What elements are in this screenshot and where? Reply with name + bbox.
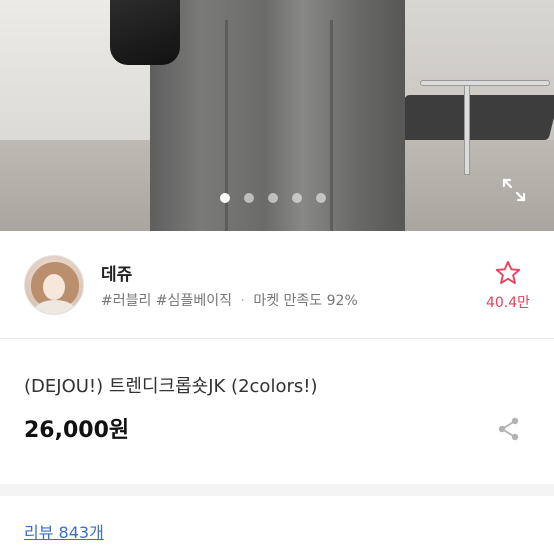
carousel-indicator[interactable] [220, 193, 326, 203]
seller-avatar[interactable] [24, 255, 84, 315]
satisfaction-label: 마켓 만족도 [253, 293, 323, 309]
carousel-dot-3[interactable] [268, 193, 278, 203]
reviews-link[interactable]: 리뷰 843개 [24, 519, 104, 543]
satisfaction-value: 92% [326, 293, 358, 309]
product-price: 26,000원 [24, 418, 130, 443]
carousel-dot-2[interactable] [244, 193, 254, 203]
product-title: (DEJOU!) 트렌디크롭숏JK (2colors!) [24, 376, 318, 397]
star-outline-icon [495, 260, 521, 284]
separator: · [240, 293, 245, 309]
image-chair [390, 55, 554, 185]
favorite-count: 40.4만 [485, 295, 531, 311]
image-handbag [110, 0, 180, 65]
favorite-button[interactable]: 40.4만 [478, 255, 538, 317]
section-divider [0, 484, 554, 496]
seller-tags: #러블리 #심플베이직 · 마켓 만족도 92% [101, 290, 358, 310]
carousel-dot-4[interactable] [292, 193, 302, 203]
seller-name[interactable]: 데쥬 [101, 260, 132, 285]
carousel-dot-5[interactable] [316, 193, 326, 203]
product-image[interactable] [0, 0, 554, 231]
seller-tag: #심플베이직 [155, 293, 232, 309]
seller-section[interactable]: 데쥬 #러블리 #심플베이직 · 마켓 만족도 92% 40.4만 [0, 231, 554, 339]
expand-icon[interactable] [499, 175, 529, 205]
seller-tag: #러블리 [101, 293, 152, 309]
share-icon[interactable] [494, 414, 524, 444]
carousel-dot-1[interactable] [220, 193, 230, 203]
